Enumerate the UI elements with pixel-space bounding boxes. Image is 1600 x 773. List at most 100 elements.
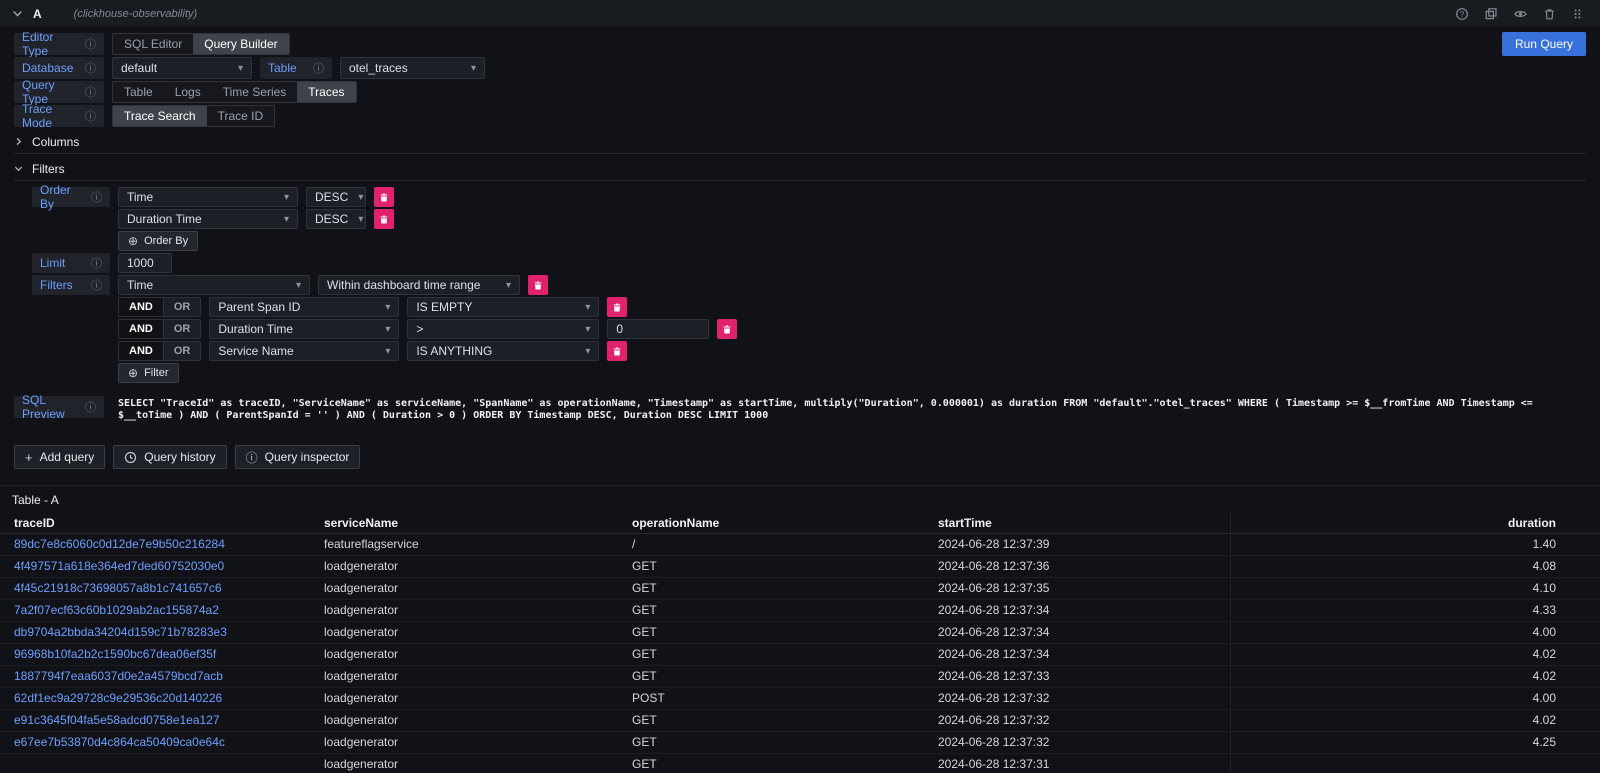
and-option[interactable]: AND — [119, 320, 164, 338]
query-inspector-button[interactable]: ⓘ Query inspector — [235, 445, 361, 469]
table-value: otel_traces — [349, 61, 408, 75]
cell-startTime: 2024-06-28 12:37:39 — [924, 534, 1230, 556]
tab-query-builder[interactable]: Query Builder — [193, 34, 288, 54]
and-option[interactable]: AND — [119, 342, 164, 360]
query-inspector-label: Query inspector — [265, 450, 350, 464]
filters-section-header[interactable]: Filters — [14, 157, 1586, 181]
cell-operationName: GET — [618, 622, 924, 644]
filter-condition-row: AND OR Parent Span ID ▾ IS EMPTY ▾ — [32, 296, 1586, 318]
add-order-by-button[interactable]: ⊕ Order By — [118, 231, 198, 251]
order-by-field-select[interactable]: Time ▾ — [118, 187, 298, 207]
table-row: 62df1ec9a29728c9e29536c20d140226loadgene… — [0, 688, 1600, 710]
filter-value-input[interactable] — [607, 319, 709, 339]
filter-operator-select[interactable]: IS EMPTY ▾ — [407, 297, 599, 317]
tab-sql-editor[interactable]: SQL Editor — [113, 34, 193, 54]
remove-order-by-button[interactable] — [374, 209, 394, 229]
cell-serviceName: loadgenerator — [310, 578, 618, 600]
or-option[interactable]: OR — [164, 320, 201, 338]
trash-icon[interactable] — [1543, 7, 1556, 21]
limit-input[interactable] — [118, 253, 172, 273]
remove-filter-button[interactable] — [607, 297, 627, 317]
help-icon[interactable]: ? — [1455, 7, 1469, 21]
trace-id-link[interactable]: e91c3645f04fa5e58adcd0758e1ea127 — [14, 713, 220, 727]
plus-circle-icon: ⊕ — [128, 234, 138, 248]
query-history-button[interactable]: Query history — [113, 445, 226, 469]
eye-icon[interactable] — [1513, 7, 1528, 21]
collapse-chevron-icon[interactable] — [12, 8, 23, 19]
info-icon[interactable]: ⓘ — [85, 36, 96, 52]
table-select[interactable]: otel_traces ▾ — [340, 57, 485, 79]
trace-id-link[interactable]: 1887794f7eaa6037d0e2a4579bcd7acb — [14, 669, 223, 683]
info-icon[interactable]: ⓘ — [85, 60, 96, 76]
order-by-direction-select[interactable]: DESC ▾ — [306, 209, 366, 229]
column-header-operationname[interactable]: operationName — [618, 513, 924, 534]
info-icon[interactable]: ⓘ — [313, 60, 324, 76]
cell-traceID: 7a2f07ecf63c60b1029ab2ac155874a2 — [0, 600, 310, 622]
results-panel: Table - A traceID serviceName operationN… — [0, 485, 1600, 773]
or-option[interactable]: OR — [164, 342, 201, 360]
datasource-name: (clickhouse-observability) — [74, 8, 198, 20]
columns-section-header[interactable]: Columns — [14, 130, 1586, 154]
info-icon[interactable]: ⓘ — [91, 189, 102, 205]
column-header-starttime[interactable]: startTime — [924, 513, 1230, 534]
trace-id-link[interactable]: db9704a2bbda34204d159c71b78283e3 — [14, 625, 227, 639]
trace-id-link[interactable]: 4f497571a618e364ed7ded60752030e0 — [14, 559, 224, 573]
filter-condition-row: AND OR Duration Time ▾ > ▾ — [32, 318, 1586, 340]
cell-serviceName: loadgenerator — [310, 556, 618, 578]
column-header-servicename[interactable]: serviceName — [310, 513, 618, 534]
info-icon[interactable]: ⓘ — [91, 277, 102, 293]
order-by-direction-select[interactable]: DESC ▾ — [306, 187, 366, 207]
filter-field-select[interactable]: Service Name ▾ — [209, 341, 399, 361]
query-actions: ? — [1455, 7, 1588, 21]
column-header-traceid[interactable]: traceID — [0, 513, 310, 534]
sql-preview-label: SQL Preview ⓘ — [14, 396, 104, 418]
remove-filter-button[interactable] — [607, 341, 627, 361]
drag-handle-icon[interactable] — [1571, 7, 1584, 21]
and-option[interactable]: AND — [119, 298, 164, 316]
trace-id-link[interactable]: e67ee7b53870d4c864ca50409ca0e64c — [14, 735, 225, 749]
remove-filter-button[interactable] — [528, 275, 548, 295]
query-history-label: Query history — [144, 450, 215, 464]
or-option[interactable]: OR — [164, 298, 201, 316]
filter-operator-select[interactable]: > ▾ — [407, 319, 599, 339]
info-icon[interactable]: ⓘ — [85, 108, 96, 124]
trace-id-link[interactable]: 62df1ec9a29728c9e29536c20d140226 — [14, 691, 222, 705]
add-filter-button[interactable]: ⊕ Filter — [118, 363, 179, 383]
remove-filter-button[interactable] — [717, 319, 737, 339]
info-icon[interactable]: ⓘ — [85, 84, 96, 100]
tab-table[interactable]: Table — [113, 82, 164, 102]
filters-label: Filters ⓘ — [32, 275, 110, 295]
tab-trace-id[interactable]: Trace ID — [207, 106, 275, 126]
trace-id-link[interactable]: 7a2f07ecf63c60b1029ab2ac155874a2 — [14, 603, 219, 617]
filter-field-select[interactable]: Duration Time ▾ — [209, 319, 399, 339]
filter-operator-select[interactable]: Within dashboard time range ▾ — [318, 275, 520, 295]
filter-operator-select[interactable]: IS ANYTHING ▾ — [407, 341, 599, 361]
add-query-button[interactable]: + Add query — [14, 445, 105, 469]
order-by-field-select[interactable]: Duration Time ▾ — [118, 209, 298, 229]
column-header-duration[interactable]: duration — [1230, 513, 1600, 534]
info-icon[interactable]: ⓘ — [91, 255, 102, 271]
run-query-button[interactable]: Run Query — [1502, 32, 1586, 56]
tab-trace-search[interactable]: Trace Search — [113, 106, 207, 126]
filter-field-select[interactable]: Time ▾ — [118, 275, 310, 295]
chevron-down-icon: ▾ — [385, 302, 390, 313]
database-select[interactable]: default ▾ — [112, 57, 252, 79]
cell-traceID: 4f497571a618e364ed7ded60752030e0 — [0, 556, 310, 578]
info-icon[interactable]: ⓘ — [85, 399, 96, 415]
filter-condition-row: AND OR Service Name ▾ IS ANYTHING ▾ — [32, 340, 1586, 362]
trace-id-link[interactable]: 4f45c21918c73698057a8b1c741657c6 — [14, 581, 222, 595]
plus-icon: + — [25, 450, 33, 465]
trace-id-link[interactable]: 89dc7e8c6060c0d12de7e9b50c216284 — [14, 537, 225, 551]
table-row: loadgeneratorGET2024-06-28 12:37:31 — [0, 754, 1600, 773]
trace-id-link[interactable]: 96968b10fa2b2c1590bc67dea06ef35f — [14, 647, 216, 661]
filter-field-select[interactable]: Parent Span ID ▾ — [209, 297, 399, 317]
duplicate-icon[interactable] — [1484, 7, 1498, 21]
tab-traces[interactable]: Traces — [297, 82, 355, 102]
cell-duration: 4.33 — [1230, 600, 1600, 622]
remove-order-by-button[interactable] — [374, 187, 394, 207]
cell-operationName: GET — [618, 666, 924, 688]
tab-time-series[interactable]: Time Series — [212, 82, 298, 102]
query-row-header[interactable]: A (clickhouse-observability) ? — [0, 0, 1600, 28]
cell-duration: 4.00 — [1230, 622, 1600, 644]
tab-logs[interactable]: Logs — [164, 82, 212, 102]
